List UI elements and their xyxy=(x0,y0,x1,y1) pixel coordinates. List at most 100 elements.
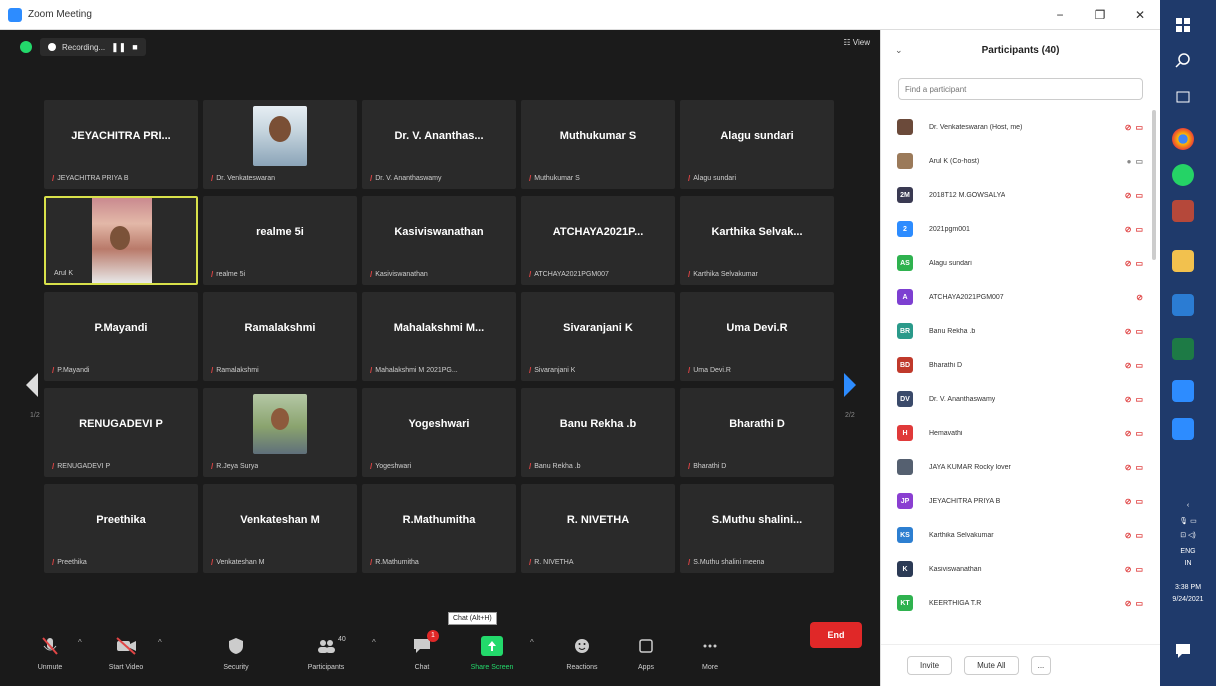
end-meeting-button[interactable]: End xyxy=(810,622,862,648)
participant-tile[interactable]: Kasiviswanathan / Kasiviswanathan xyxy=(362,196,516,285)
participant-row[interactable]: 2M 2018T12 M.GOWSALYA ⊘ ▭ xyxy=(891,178,1153,212)
participant-row[interactable]: KT KEERTHIGA T.R ⊘ ▭ xyxy=(891,586,1153,620)
show-hidden-icons-chevron-icon[interactable]: ‹ xyxy=(1164,500,1212,511)
participant-row[interactable]: Dr. Venkateswaran (Host, me) ⊘ ▭ xyxy=(891,110,1153,144)
participant-tile[interactable]: Yogeshwari / Yogeshwari xyxy=(362,388,516,477)
windows-start-icon[interactable] xyxy=(1172,14,1194,36)
muted-mic-icon: ⊘ xyxy=(1124,462,1132,472)
participant-tile[interactable]: Arul K xyxy=(44,196,198,285)
reactions-button[interactable]: Reactions xyxy=(552,636,612,671)
encryption-shield-icon[interactable] xyxy=(20,41,32,53)
whatsapp-icon[interactable] xyxy=(1172,164,1194,186)
participant-tile[interactable]: / R.Jeya Surya xyxy=(203,388,357,477)
notifications-icon[interactable] xyxy=(1172,640,1194,662)
task-view-icon[interactable] xyxy=(1172,86,1194,108)
participant-tile[interactable]: Venkateshan M / Venkateshan M xyxy=(203,484,357,573)
zoom-taskbar-icon[interactable] xyxy=(1172,380,1194,402)
stop-recording-button[interactable]: ■ xyxy=(132,42,137,52)
unmute-button[interactable]: Unmute xyxy=(20,636,80,671)
apps-button[interactable]: Apps xyxy=(616,636,676,671)
participants-options-caret[interactable]: ^ xyxy=(372,638,376,647)
participant-tile[interactable]: Sivaranjani K / Sivaranjani K xyxy=(521,292,675,381)
mute-all-button[interactable]: Mute All xyxy=(964,656,1019,675)
audio-options-caret[interactable]: ^ xyxy=(78,638,82,647)
participant-tile[interactable]: Dr. V. Ananthas... / Dr. V. Ananthaswamy xyxy=(362,100,516,189)
participant-tile[interactable]: R. NIVETHA / R. NIVETHA xyxy=(521,484,675,573)
clock-time[interactable]: 3:38 PM xyxy=(1164,582,1212,593)
participant-search-input[interactable] xyxy=(898,78,1143,100)
system-tray-icons[interactable]: 🎙 ▭ xyxy=(1164,516,1212,527)
participant-tile[interactable]: JEYACHITRA PRI... / JEYACHITRA PRIYA B xyxy=(44,100,198,189)
participant-row[interactable]: KS Karthika Selvakumar ⊘ ▭ xyxy=(891,518,1153,552)
window-controls: − ❐ ✕ xyxy=(1040,0,1160,30)
participant-tile[interactable]: ATCHAYA2021P... / ATCHAYA2021PGM007 xyxy=(521,196,675,285)
participant-tile[interactable]: realme 5i / realme 5i xyxy=(203,196,357,285)
participant-status-icons: ⊘ ▭ xyxy=(1125,225,1143,234)
video-options-caret[interactable]: ^ xyxy=(158,638,162,647)
share-options-caret[interactable]: ^ xyxy=(530,638,534,647)
participant-row[interactable]: AS Alagu sundari ⊘ ▭ xyxy=(891,246,1153,280)
participant-tile[interactable]: RENUGADEVI P / RENUGADEVI P xyxy=(44,388,198,477)
recording-indicator: Recording... ❚❚ ■ xyxy=(40,38,146,56)
participant-tile[interactable]: Alagu sundari / Alagu sundari xyxy=(680,100,834,189)
more-button[interactable]: More xyxy=(680,636,740,671)
muted-mic-icon: / xyxy=(211,366,214,375)
input-language[interactable]: ENG xyxy=(1164,546,1212,557)
participant-tile[interactable]: Bharathi D / Bharathi D xyxy=(680,388,834,477)
participant-row[interactable]: DV Dr. V. Ananthaswamy ⊘ ▭ xyxy=(891,382,1153,416)
chrome-icon[interactable] xyxy=(1172,128,1194,150)
share-screen-button[interactable]: Share Screen xyxy=(462,636,522,671)
view-button[interactable]: ☷ View xyxy=(843,38,870,47)
participant-row[interactable]: BR Banu Rekha .b ⊘ ▭ xyxy=(891,314,1153,348)
participant-tile[interactable]: / Dr. Venkateswaran xyxy=(203,100,357,189)
unmute-label: Unmute xyxy=(37,664,63,671)
apps-label: Apps xyxy=(638,664,654,671)
chat-button[interactable]: 1 Chat xyxy=(392,630,452,671)
network-volume-icons[interactable]: ⊡ ◁) xyxy=(1164,530,1212,541)
clock-date[interactable]: 9/24/2021 xyxy=(1164,594,1212,605)
start-video-button[interactable]: Start Video xyxy=(96,636,156,671)
participant-tile[interactable]: R.Mathumitha / R.Mathumitha xyxy=(362,484,516,573)
word-icon[interactable] xyxy=(1172,294,1194,316)
participant-tile[interactable]: Muthukumar S / Muthukumar S xyxy=(521,100,675,189)
collapse-panel-chevron-icon[interactable]: ⌄ xyxy=(895,45,903,56)
previous-page-arrow-icon[interactable] xyxy=(26,373,38,397)
participant-tile[interactable]: Mahalakshmi M... / Mahalakshmi M 2021PG... xyxy=(362,292,516,381)
participants-button[interactable]: 40 Participants xyxy=(296,636,356,671)
recording-bar: Recording... ❚❚ ■ xyxy=(20,38,146,56)
participant-tile[interactable]: Preethika / Preethika xyxy=(44,484,198,573)
participant-tile-name: Ramalakshmi xyxy=(244,321,316,334)
next-page-arrow-icon[interactable] xyxy=(844,373,856,397)
participant-row[interactable]: JP JEYACHITRA PRIYA B ⊘ ▭ xyxy=(891,484,1153,518)
panel-more-button[interactable]: ... xyxy=(1030,656,1052,675)
excel-icon[interactable] xyxy=(1172,338,1194,360)
file-explorer-icon[interactable] xyxy=(1172,250,1194,272)
participant-row[interactable]: 2 2021pgm001 ⊘ ▭ xyxy=(891,212,1153,246)
pause-recording-button[interactable]: ❚❚ xyxy=(111,42,126,53)
zoom-taskbar-icon-2[interactable] xyxy=(1172,418,1194,440)
participant-tile[interactable]: Banu Rekha .b / Banu Rekha .b xyxy=(521,388,675,477)
participant-tile-name: Karthika Selvak... xyxy=(711,225,803,238)
participant-row[interactable]: A ATCHAYA2021PGM007 ⊘ xyxy=(891,280,1153,314)
input-region: IN xyxy=(1184,560,1192,567)
participant-tile[interactable]: Ramalakshmi / Ramalakshmi xyxy=(203,292,357,381)
participant-row[interactable]: JAYA KUMAR Rocky lover ⊘ ▭ xyxy=(891,450,1153,484)
participant-display-name: Sivaranjani K xyxy=(534,367,576,374)
participant-tile[interactable]: Uma Devi.R / Uma Devi.R xyxy=(680,292,834,381)
close-button[interactable]: ✕ xyxy=(1120,0,1160,30)
invite-button[interactable]: Invite xyxy=(907,656,953,675)
participant-row[interactable]: BD Bharathi D ⊘ ▭ xyxy=(891,348,1153,382)
security-button[interactable]: Security xyxy=(206,636,266,671)
participant-tile[interactable]: Karthika Selvak... / Karthika Selvakumar xyxy=(680,196,834,285)
search-icon[interactable] xyxy=(1172,50,1194,72)
restore-button[interactable]: ❐ xyxy=(1080,0,1120,30)
participant-tile[interactable]: S.Muthu shalini... / S.Muthu shalini meena xyxy=(680,484,834,573)
participant-row[interactable]: H Hemavathi ⊘ ▭ xyxy=(891,416,1153,450)
minimize-button[interactable]: − xyxy=(1040,0,1080,30)
participants-panel: ⌄ Participants (40) Dr. Venkateswaran (H… xyxy=(880,30,1161,686)
participant-tile[interactable]: P.Mayandi / P.Mayandi xyxy=(44,292,198,381)
participant-row[interactable]: K Kasiviswanathan ⊘ ▭ xyxy=(891,552,1153,586)
app-icon[interactable] xyxy=(1172,200,1194,222)
participant-display-name: Muthukumar S xyxy=(534,175,580,182)
participant-row[interactable]: Arul K (Co-host) ● ▭ xyxy=(891,144,1153,178)
